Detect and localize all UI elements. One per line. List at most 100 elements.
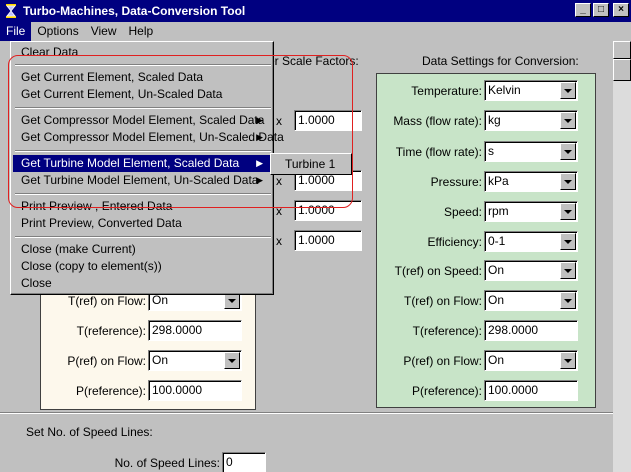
scale-factor-input[interactable]: 1.0000: [294, 200, 362, 221]
title-bar: Turbo-Machines, Data-Conversion Tool _ □…: [0, 0, 631, 22]
pref-flow-row: P(ref) on Flow: On: [380, 350, 578, 371]
submenu-arrow-icon: ▶: [256, 115, 263, 125]
close-button[interactable]: ×: [613, 3, 629, 17]
submenu-arrow-icon: ▶: [256, 158, 263, 168]
scale-factor-row: x 1.0000: [276, 230, 362, 251]
temperature-row: Temperature: Kelvin: [380, 80, 578, 101]
pressure-select[interactable]: kPa: [484, 171, 578, 192]
speed-lines-row: No. of Speed Lines: 0: [90, 452, 266, 472]
menu-item-close[interactable]: Close: [13, 275, 271, 292]
window-title: Turbo-Machines, Data-Conversion Tool: [23, 4, 246, 18]
efficiency-select[interactable]: 0-1: [484, 231, 578, 252]
menu-separator: [15, 107, 271, 109]
scroll-thumb[interactable]: [613, 59, 631, 81]
menu-item-print-preview-entered[interactable]: Print Preview , Entered Data: [13, 198, 271, 215]
scale-factor-row: x 1.0000: [276, 200, 362, 221]
entered-pref-flow-select[interactable]: On: [148, 350, 242, 371]
chevron-down-icon[interactable]: [560, 352, 576, 369]
menu-bar: File Options View Help: [0, 22, 631, 41]
chevron-down-icon[interactable]: [560, 112, 576, 129]
entered-tref-row: T(reference): 298.0000: [44, 320, 242, 341]
mass-label: Mass (flow rate):: [393, 113, 482, 128]
entered-pref-row: P(reference): 100.0000: [44, 380, 242, 401]
scale-factor-input[interactable]: 1.0000: [294, 230, 362, 251]
time-select[interactable]: s: [484, 141, 578, 162]
menu-item-clear-data[interactable]: Clear Data: [13, 44, 271, 61]
menu-item-get-compressor-scaled[interactable]: Get Compressor Model Element, Scaled Dat…: [13, 112, 271, 129]
entered-pref-flow-label: P(ref) on Flow:: [67, 353, 146, 368]
chevron-down-icon[interactable]: [560, 233, 576, 250]
speed-label: Speed:: [443, 204, 482, 219]
menu-item-get-current-unscaled[interactable]: Get Current Element, Un-Scaled Data: [13, 86, 271, 103]
efficiency-row: Efficiency: 0-1: [380, 231, 578, 252]
menu-item-close-copy[interactable]: Close (copy to element(s)): [13, 258, 271, 275]
menu-item-get-compressor-unscaled[interactable]: Get Compressor Model Element, Un-Scaled …: [13, 129, 284, 146]
menu-help[interactable]: Help: [123, 22, 160, 41]
pref-row: P(reference): 100.0000: [380, 380, 578, 401]
menu-separator: [15, 236, 271, 238]
speed-row: Speed: rpm: [380, 201, 578, 222]
entered-tref-input[interactable]: 298.0000: [148, 320, 242, 341]
scroll-up-button[interactable]: [613, 41, 631, 59]
speed-select[interactable]: rpm: [484, 201, 578, 222]
entered-tref-flow-label: T(ref) on Flow:: [67, 293, 146, 308]
tref-flow-select[interactable]: On: [484, 290, 578, 311]
menu-separator: [15, 193, 271, 195]
entered-pref-label: P(reference):: [75, 383, 146, 398]
section-divider: [0, 412, 613, 414]
speed-lines-label: No. of Speed Lines:: [114, 455, 220, 470]
tref-flow-label: T(ref) on Flow:: [403, 293, 482, 308]
multiply-label: x: [276, 173, 282, 188]
submenu-item-turbine-1[interactable]: Turbine 1: [285, 157, 335, 171]
menu-item-print-preview-converted[interactable]: Print Preview, Converted Data: [13, 215, 271, 232]
tref-input[interactable]: 298.0000: [484, 320, 578, 341]
submenu-arrow-icon: ▶: [256, 132, 263, 142]
menu-item-close-make-current[interactable]: Close (make Current): [13, 241, 271, 258]
menu-options[interactable]: Options: [31, 22, 84, 41]
chevron-down-icon[interactable]: [560, 82, 576, 99]
entered-tref-label: T(reference):: [76, 323, 146, 338]
multiply-label: x: [276, 203, 282, 218]
scale-factor-row: x 1.0000: [276, 110, 362, 131]
chevron-down-icon[interactable]: [560, 262, 576, 279]
scale-factor-input[interactable]: 1.0000: [294, 110, 362, 131]
pressure-label: Pressure:: [430, 174, 482, 189]
hourglass-icon: [6, 4, 16, 18]
chevron-down-icon[interactable]: [224, 352, 240, 369]
temperature-label: Temperature:: [411, 83, 482, 98]
menu-item-get-turbine-unscaled[interactable]: Get Turbine Model Element, Un-Scaled Dat…: [13, 172, 271, 189]
speed-lines-header: Set No. of Speed Lines:: [26, 425, 153, 439]
tref-flow-row: T(ref) on Flow: On: [380, 290, 578, 311]
mass-select[interactable]: kg: [484, 110, 578, 131]
chevron-down-icon[interactable]: [560, 173, 576, 190]
chevron-down-icon[interactable]: [560, 203, 576, 220]
menu-item-get-turbine-scaled[interactable]: Get Turbine Model Element, Scaled Data ▶: [13, 155, 271, 172]
tref-row: T(reference): 298.0000: [380, 320, 578, 341]
chevron-down-icon[interactable]: [560, 143, 576, 160]
menu-item-get-current-scaled[interactable]: Get Current Element, Scaled Data: [13, 69, 271, 86]
maximize-button[interactable]: □: [593, 3, 609, 17]
speed-lines-input[interactable]: 0: [222, 452, 266, 472]
minimize-button[interactable]: _: [575, 3, 591, 17]
entered-pref-input[interactable]: 100.0000: [148, 380, 242, 401]
temperature-select[interactable]: Kelvin: [484, 80, 578, 101]
pref-flow-select[interactable]: On: [484, 350, 578, 371]
scale-factors-header: er Scale Factors:: [268, 54, 359, 68]
tref-speed-label: T(ref) on Speed:: [394, 263, 482, 278]
tref-speed-row: T(ref) on Speed: On: [380, 260, 578, 281]
tref-speed-select[interactable]: On: [484, 260, 578, 281]
chevron-down-icon[interactable]: [560, 292, 576, 309]
efficiency-label: Efficiency:: [427, 234, 482, 249]
submenu-arrow-icon: ▶: [256, 175, 263, 185]
pressure-row: Pressure: kPa: [380, 171, 578, 192]
time-row: Time (flow rate): s: [380, 141, 578, 162]
vertical-scrollbar[interactable]: [613, 41, 631, 472]
pref-input[interactable]: 100.0000: [484, 380, 578, 401]
menu-view[interactable]: View: [85, 22, 123, 41]
pref-label: P(reference):: [411, 383, 482, 398]
time-label: Time (flow rate):: [395, 144, 482, 159]
entered-pref-flow-row: P(ref) on Flow: On: [44, 350, 242, 371]
menu-file[interactable]: File: [0, 22, 32, 41]
conversion-settings-header: Data Settings for Conversion:: [422, 54, 579, 68]
file-menu-dropdown: Clear Data Get Current Element, Scaled D…: [10, 41, 284, 295]
